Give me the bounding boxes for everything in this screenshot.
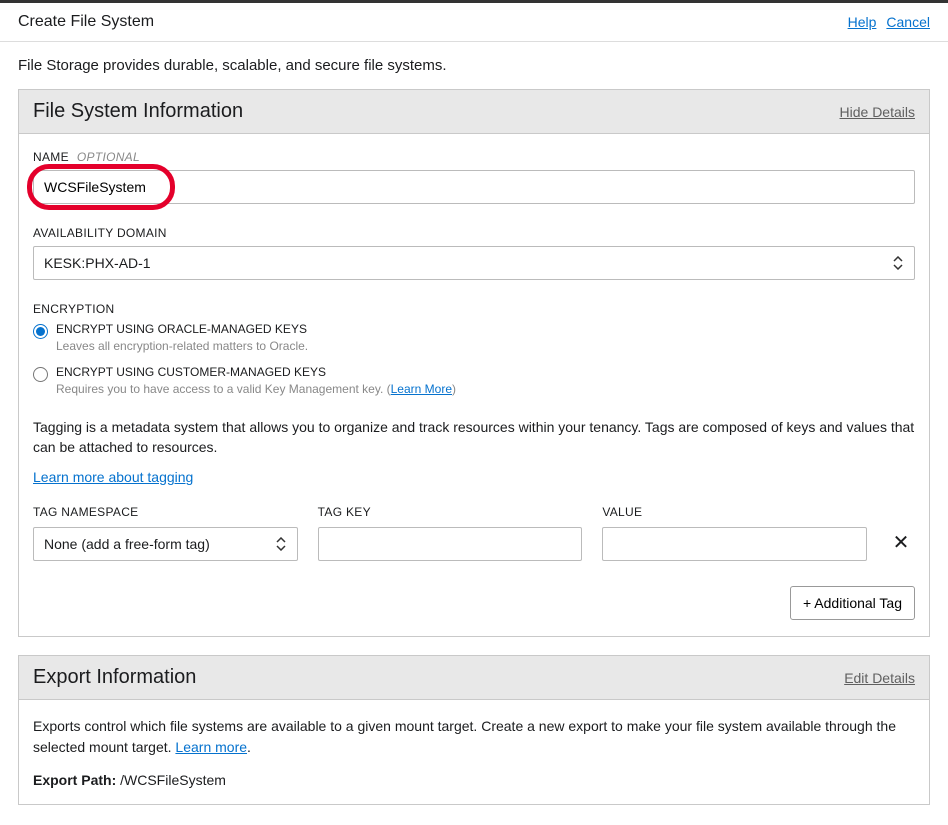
fs-section-title: File System Information xyxy=(33,100,243,123)
remove-tag-button[interactable]: ✕ xyxy=(887,530,915,561)
export-section-title: Export Information xyxy=(33,666,196,689)
encryption-radio-customer[interactable] xyxy=(33,367,48,382)
edit-details-link[interactable]: Edit Details xyxy=(844,670,915,686)
additional-tag-button[interactable]: + Additional Tag xyxy=(790,586,915,620)
close-icon: ✕ xyxy=(893,530,910,555)
encryption-field-group: ENCRYPTION ENCRYPT USING ORACLE-MANAGED … xyxy=(33,302,915,396)
cancel-link[interactable]: Cancel xyxy=(886,14,930,30)
help-link[interactable]: Help xyxy=(848,14,877,30)
export-section: Export Information Edit Details Exports … xyxy=(18,655,930,805)
name-field-group: NAME OPTIONAL xyxy=(33,150,915,204)
tag-key-label: TAG KEY xyxy=(318,505,583,519)
name-label: NAME OPTIONAL xyxy=(33,150,915,164)
encryption-option-customer[interactable]: ENCRYPT USING CUSTOMER-MANAGED KEYS Requ… xyxy=(33,365,915,396)
encryption-radio-oracle[interactable] xyxy=(33,324,48,339)
tag-value-col: VALUE xyxy=(602,505,867,561)
tagging-description: Tagging is a metadata system that allows… xyxy=(33,418,915,457)
tag-value-label: VALUE xyxy=(602,505,867,519)
encryption-label: ENCRYPTION xyxy=(33,302,915,316)
availability-domain-label: AVAILABILITY DOMAIN xyxy=(33,226,915,240)
tag-namespace-select[interactable]: None (add a free-form tag) xyxy=(33,527,298,561)
encryption-option-oracle[interactable]: ENCRYPT USING ORACLE-MANAGED KEYS Leaves… xyxy=(33,322,915,353)
tag-value-input[interactable] xyxy=(602,527,867,561)
export-learn-more-link[interactable]: Learn more xyxy=(175,739,247,755)
modal-title: Create File System xyxy=(18,13,154,31)
intro-text: File Storage provides durable, scalable,… xyxy=(0,42,948,84)
export-section-header: Export Information Edit Details xyxy=(19,656,929,700)
file-system-section: File System Information Hide Details NAM… xyxy=(18,89,930,637)
export-description: Exports control which file systems are a… xyxy=(33,716,915,758)
name-input[interactable] xyxy=(33,170,915,204)
tag-row: TAG NAMESPACE None (add a free-form tag)… xyxy=(33,505,915,561)
hide-details-link[interactable]: Hide Details xyxy=(840,104,915,120)
modal-header: Create File System Help Cancel xyxy=(0,3,948,42)
availability-domain-field-group: AVAILABILITY DOMAIN KESK:PHX-AD-1 xyxy=(33,226,915,280)
tag-key-input[interactable] xyxy=(318,527,583,561)
tagging-learn-more-link[interactable]: Learn more about tagging xyxy=(33,469,193,485)
tag-namespace-label: TAG NAMESPACE xyxy=(33,505,298,519)
availability-domain-select[interactable]: KESK:PHX-AD-1 xyxy=(33,246,915,280)
fs-section-header: File System Information Hide Details xyxy=(19,90,929,134)
tag-namespace-col: TAG NAMESPACE None (add a free-form tag) xyxy=(33,505,298,561)
tag-key-col: TAG KEY xyxy=(318,505,583,561)
encryption-learn-more-link[interactable]: Learn More xyxy=(391,382,452,396)
export-path: Export Path: /WCSFileSystem xyxy=(33,772,915,788)
